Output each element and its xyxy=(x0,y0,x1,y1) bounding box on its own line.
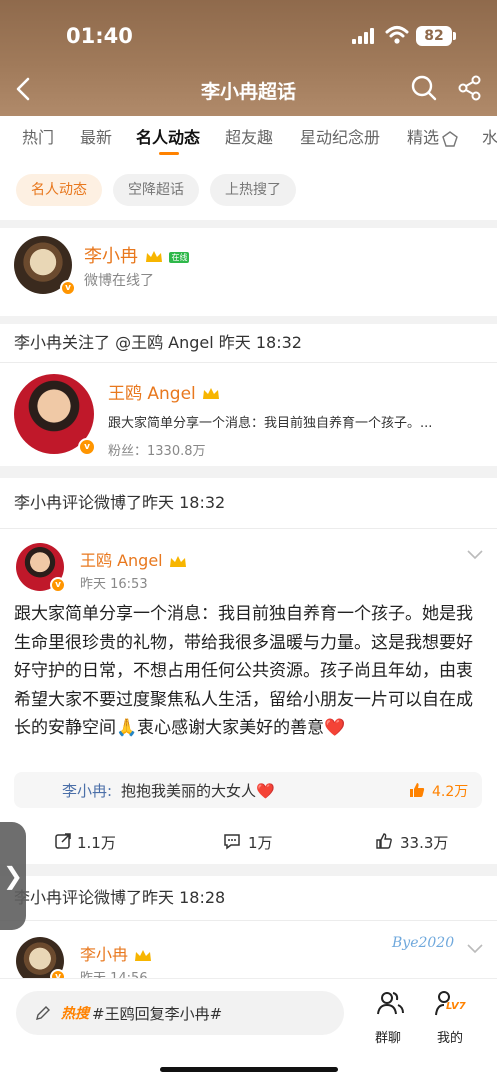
verified-badge-icon: v xyxy=(60,280,76,296)
post-author-row: 王鸥 Angel xyxy=(80,547,188,571)
status-bar: 01:40 82 xyxy=(0,18,497,54)
follow-user-card[interactable]: v 王鸥 Angel 跟大家简单分享一个消息：我目前独自养育一个孩子。... 粉… xyxy=(0,363,497,466)
follow-user-desc: 跟大家简单分享一个消息：我目前独自养育一个孩子。... xyxy=(108,416,433,431)
search-icon[interactable] xyxy=(410,74,438,102)
post-actions: 1.1万 1万 33.3万 xyxy=(0,820,497,864)
follow-user-name[interactable]: 王鸥 Angel xyxy=(108,384,196,404)
verified-badge-icon: v xyxy=(50,577,66,593)
online-badge: 在线 xyxy=(169,251,190,263)
post-author[interactable]: 李小冉 xyxy=(80,945,128,964)
tab-star-album[interactable]: 星动纪念册 xyxy=(300,124,380,148)
home-indicator xyxy=(160,1067,338,1072)
status-time: 01:40 xyxy=(66,24,133,48)
wifi-icon xyxy=(385,26,409,44)
profile-name[interactable]: 李小冉 xyxy=(84,246,138,267)
comment-count[interactable]: 1万 xyxy=(248,832,273,853)
follow-name-row: 王鸥 Angel xyxy=(108,379,221,404)
pencil-icon xyxy=(36,1006,50,1020)
profile-name-row: 李小冉 在线 xyxy=(84,242,190,268)
side-drawer-handle[interactable]: ❯ xyxy=(0,822,26,930)
cellular-signal-icon xyxy=(352,28,378,44)
comment-author[interactable]: 李小冉: xyxy=(62,780,112,801)
post-time: 昨天 16:53 xyxy=(80,577,148,592)
verified-badge-icon: v xyxy=(78,438,96,456)
repost-count[interactable]: 1.1万 xyxy=(77,832,116,853)
post-text: 跟大家简单分享一个消息：我目前独自养育一个孩子。她是我生命里很珍贵的礼物，带给我… xyxy=(14,604,473,738)
featured-comment[interactable]: 李小冉: 抱抱我美丽的大女人❤️ 4.2万 xyxy=(14,772,482,808)
hot-search-input[interactable]: 热搜 #王鸥回复李小冉# xyxy=(16,991,344,1035)
battery-indicator: 82 xyxy=(416,26,456,46)
crown-icon xyxy=(169,555,186,567)
follow-user-fans: 粉丝：1330.8万 xyxy=(108,444,206,459)
comment-text: 抱抱我美丽的大女人❤️ xyxy=(121,782,275,800)
tab-hot[interactable]: 热门 xyxy=(22,124,54,148)
chip-celebrity-updates[interactable]: 名人动态 xyxy=(16,174,102,206)
chip-airdrop[interactable]: 空降超话 xyxy=(113,174,199,206)
chevron-down-icon[interactable] xyxy=(466,549,484,561)
post-author-row: 李小冉 xyxy=(80,941,153,965)
hot-search-text: #王鸥回复李小冉# xyxy=(92,1005,223,1023)
group-chat-button[interactable]: 群聊 xyxy=(366,987,412,1047)
featured-icon xyxy=(442,130,458,147)
level-badge: LV7 xyxy=(446,1001,466,1012)
tab-featured[interactable]: 精选 xyxy=(407,124,459,148)
filter-chips: 名人动态 空降超话 上热搜了 xyxy=(0,158,497,220)
chevron-down-icon[interactable] xyxy=(466,943,484,955)
profile-card[interactable]: v 李小冉 在线 微博在线了 xyxy=(0,228,497,316)
like-count[interactable]: 33.3万 xyxy=(400,832,448,853)
chip-trending[interactable]: 上热搜了 xyxy=(210,174,296,206)
group-chat-icon xyxy=(377,992,404,1015)
crown-icon xyxy=(145,251,162,262)
tab-featured-label: 精选 xyxy=(407,128,440,147)
share-icon[interactable] xyxy=(456,74,484,102)
tab-latest[interactable]: 最新 xyxy=(80,124,112,148)
bottom-bar: 热搜 #王鸥回复李小冉# 群聊 LV7 我的 xyxy=(0,978,497,1080)
comment-event-2-header: 李小冉评论微博了昨天 18:28 xyxy=(0,876,497,920)
tab-super-fun[interactable]: 超友趣 xyxy=(225,124,273,148)
nav-bar: 李小冉超话 xyxy=(0,68,497,112)
me-button[interactable]: LV7 我的 xyxy=(428,987,474,1047)
tab-celebrity-updates[interactable]: 名人动态 xyxy=(136,124,200,148)
comment-icon[interactable] xyxy=(223,832,241,850)
profile-status: 微博在线了 xyxy=(84,273,154,289)
crown-icon xyxy=(203,388,220,399)
crown-icon xyxy=(135,949,152,961)
comment-event-header: 李小冉评论微博了昨天 18:32 xyxy=(0,478,497,528)
post-author[interactable]: 王鸥 Angel xyxy=(80,551,163,570)
top-header: 01:40 82 李小冉超话 xyxy=(0,0,497,116)
thumbs-up-icon[interactable] xyxy=(408,781,426,799)
tab-more[interactable]: 水 xyxy=(482,124,497,148)
hot-tag: 热搜 xyxy=(61,1006,89,1022)
weibo-post-card-2[interactable]: v 李小冉 昨天 14:56 Bye2020 xyxy=(0,921,497,981)
repost-icon[interactable] xyxy=(54,832,72,850)
decor-sticker: Bye2020 xyxy=(392,935,455,951)
follow-event-header: 李小冉关注了 @王鸥 Angel 昨天 18:32 xyxy=(0,324,497,362)
group-chat-label: 群聊 xyxy=(375,1031,402,1046)
like-icon[interactable] xyxy=(375,832,393,850)
comment-likes: 4.2万 xyxy=(432,784,469,800)
tab-bar: 热门 最新 名人动态 超友趣 星动纪念册 精选 水 xyxy=(0,116,497,158)
active-tab-indicator xyxy=(159,152,179,155)
me-label: 我的 xyxy=(437,1031,464,1046)
